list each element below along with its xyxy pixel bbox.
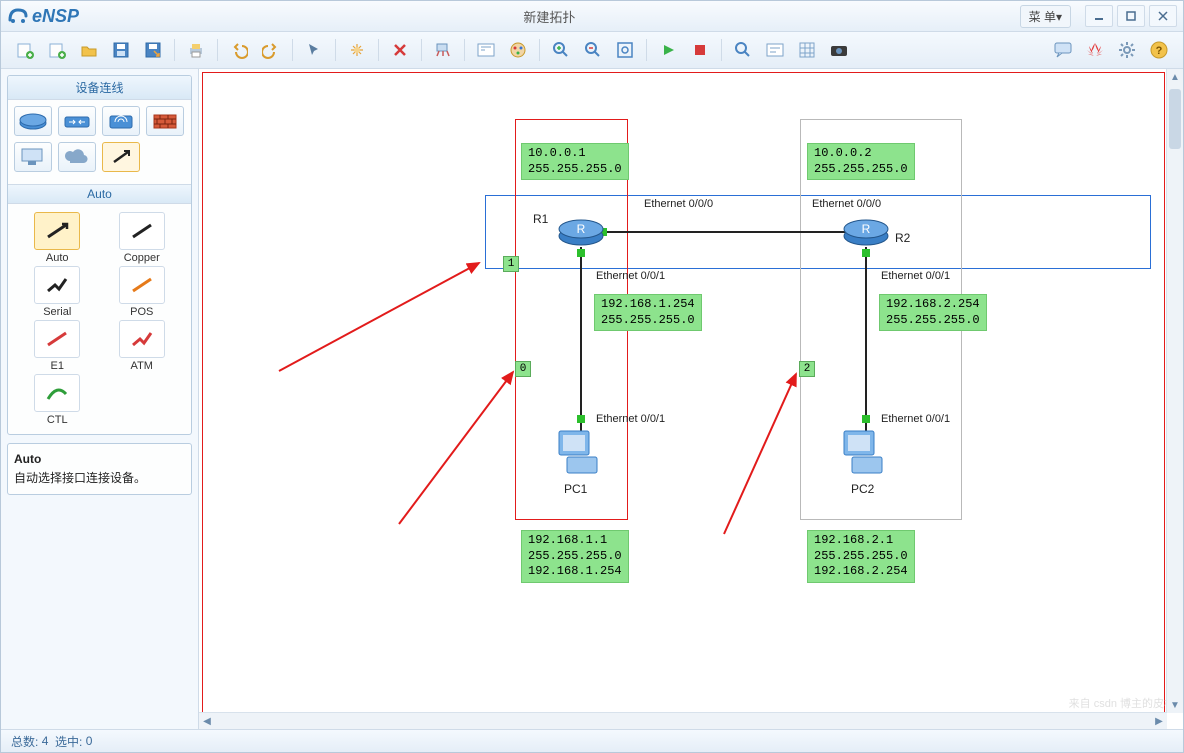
category-switch[interactable]	[58, 106, 96, 136]
scroll-left-icon[interactable]: ◀	[199, 713, 215, 729]
category-wlan[interactable]	[102, 106, 140, 136]
status-selected-label: 选中:	[55, 733, 82, 750]
pointer-icon[interactable]	[301, 37, 327, 63]
scroll-up-icon[interactable]: ▲	[1167, 69, 1183, 85]
topology-canvas[interactable]: R R R1 R2 PC1 PC2 Ethernet 0/0/0 Etherne…	[199, 69, 1183, 729]
status-total-label: 总数:	[11, 733, 38, 750]
main-toolbar: ?	[1, 32, 1183, 69]
svg-text:?: ?	[1156, 45, 1163, 57]
window-title: 新建拓扑	[79, 7, 1020, 26]
start-all-icon[interactable]	[655, 37, 681, 63]
description-title: Auto	[14, 452, 41, 466]
tool-copper[interactable]: Copper	[105, 212, 180, 264]
tool-e1[interactable]: E1	[20, 320, 95, 372]
app-logo: eNSP	[7, 6, 79, 27]
horizontal-scrollbar[interactable]: ◀ ▶	[199, 712, 1167, 729]
description-panel: Auto 自动选择接口连接设备。	[7, 443, 192, 495]
help-icon[interactable]: ?	[1146, 37, 1172, 63]
category-link[interactable]	[102, 142, 140, 172]
toggle-label-icon[interactable]	[762, 37, 788, 63]
vertical-scroll-thumb[interactable]	[1169, 89, 1181, 149]
status-total-value: 4	[42, 734, 49, 748]
capture-icon[interactable]	[730, 37, 756, 63]
tool-atm[interactable]: ATM	[105, 320, 180, 372]
app-name: eNSP	[32, 6, 79, 27]
sub-panel-title: Auto	[8, 184, 191, 204]
category-pc[interactable]	[14, 142, 52, 172]
tool-serial[interactable]: Serial	[20, 266, 95, 318]
stop-all-icon[interactable]	[687, 37, 713, 63]
text-box-icon[interactable]	[473, 37, 499, 63]
maximize-button[interactable]	[1117, 5, 1145, 27]
scroll-right-icon[interactable]: ▶	[1151, 713, 1167, 729]
chat-icon[interactable]	[1050, 37, 1076, 63]
sidebar: 设备连线 Auto Auto Copper Serial P	[1, 69, 199, 729]
redo-icon[interactable]	[258, 37, 284, 63]
close-button[interactable]	[1149, 5, 1177, 27]
huawei-icon[interactable]	[1082, 37, 1108, 63]
vertical-scrollbar[interactable]: ▲ ▼	[1166, 69, 1183, 713]
save-icon[interactable]	[108, 37, 134, 63]
pan-icon[interactable]	[344, 37, 370, 63]
device-panel-title: 设备连线	[8, 76, 191, 100]
minimize-button[interactable]	[1085, 5, 1113, 27]
delete-icon[interactable]	[387, 37, 413, 63]
new-topology2-icon[interactable]	[44, 37, 70, 63]
broom-icon[interactable]	[430, 37, 456, 63]
description-body: 自动选择接口连接设备。	[14, 471, 146, 485]
tool-ctl[interactable]: CTL	[20, 374, 95, 426]
status-selected-value: 0	[86, 734, 93, 748]
device-panel: 设备连线 Auto Auto Copper Serial P	[7, 75, 192, 435]
menu-button[interactable]: 菜 单▾	[1020, 5, 1071, 28]
new-topology-icon[interactable]	[12, 37, 38, 63]
save-as-icon[interactable]	[140, 37, 166, 63]
settings-icon[interactable]	[1114, 37, 1140, 63]
annotation-arrows	[199, 69, 1159, 729]
snapshot-icon[interactable]	[826, 37, 852, 63]
titlebar: eNSP 新建拓扑 菜 单▾	[1, 1, 1183, 32]
grid-icon[interactable]	[794, 37, 820, 63]
palette-icon[interactable]	[505, 37, 531, 63]
print-icon[interactable]	[183, 37, 209, 63]
open-icon[interactable]	[76, 37, 102, 63]
undo-icon[interactable]	[226, 37, 252, 63]
tool-auto[interactable]: Auto	[20, 212, 95, 264]
category-cloud[interactable]	[58, 142, 96, 172]
category-firewall[interactable]	[146, 106, 184, 136]
tool-pos[interactable]: POS	[105, 266, 180, 318]
scroll-down-icon[interactable]: ▼	[1167, 697, 1183, 713]
zoom-out-icon[interactable]	[580, 37, 606, 63]
zoom-fit-icon[interactable]	[612, 37, 638, 63]
zoom-in-icon[interactable]	[548, 37, 574, 63]
category-router[interactable]	[14, 106, 52, 136]
status-bar: 总数: 4 选中: 0	[1, 729, 1183, 752]
